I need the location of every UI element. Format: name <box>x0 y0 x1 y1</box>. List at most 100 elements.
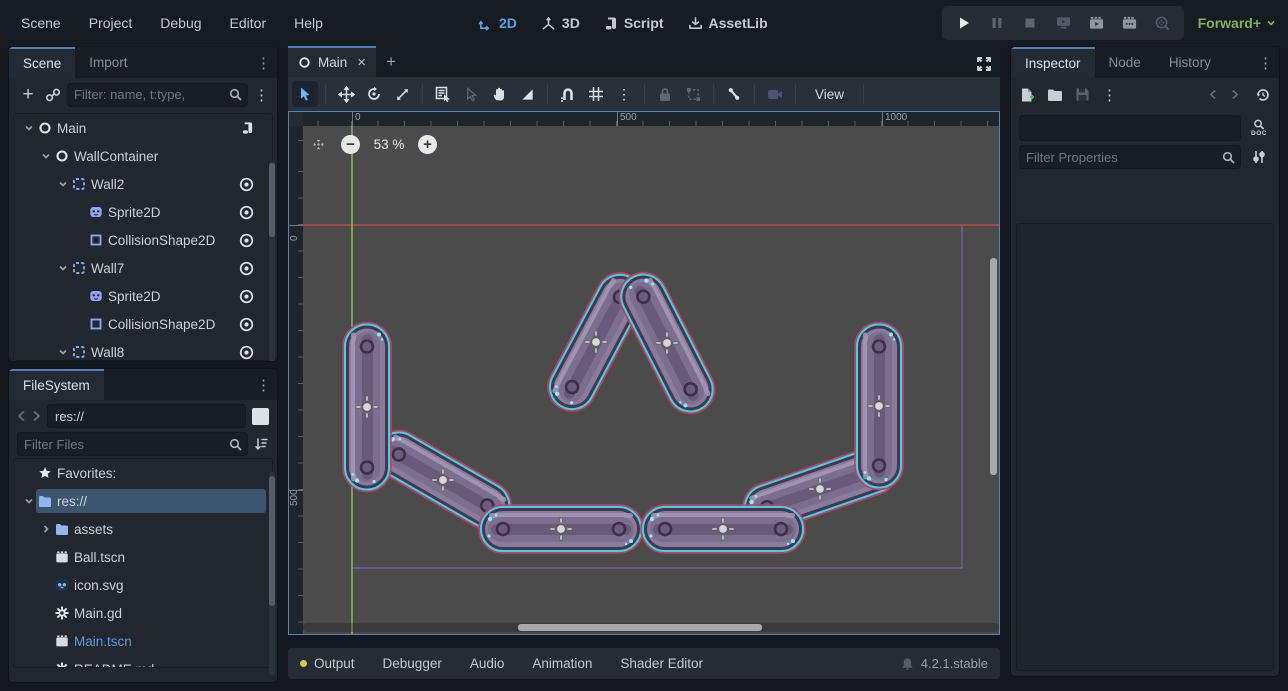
scene-node-row[interactable]: Main <box>14 114 272 142</box>
add-node-button[interactable]: + <box>17 84 39 106</box>
ruler-tool[interactable] <box>514 81 540 107</box>
visibility-eye-icon[interactable] <box>239 261 254 276</box>
scene-node-row-body[interactable]: Sprite2D <box>87 284 258 308</box>
scene-node-row[interactable]: Sprite2D <box>14 198 272 226</box>
expand-viewport-icon[interactable] <box>976 56 992 72</box>
visibility-eye-icon[interactable] <box>239 345 254 360</box>
tab-shader-editor[interactable]: Shader Editor <box>620 656 703 671</box>
chevron-down-icon[interactable] <box>39 150 53 162</box>
file-row-body[interactable]: Favorites: <box>36 461 258 485</box>
pan-tool[interactable] <box>486 81 512 107</box>
file-row-body[interactable]: Main.gd <box>53 601 258 625</box>
split-mode-button[interactable] <box>252 408 269 425</box>
file-row[interactable]: res:// <box>14 487 272 515</box>
tab-animation[interactable]: Animation <box>532 656 592 671</box>
mode-3d-button[interactable]: 3D <box>541 15 580 31</box>
snap-options-icon[interactable]: ⋮ <box>611 81 637 107</box>
skeleton-bone-icon[interactable] <box>721 81 747 107</box>
canvas-vscrollbar[interactable] <box>989 126 998 634</box>
remote-debug-icon[interactable] <box>1054 14 1072 32</box>
scene-node-row-body[interactable]: Wall8 <box>70 340 258 361</box>
dock-menu-icon[interactable]: ⋮ <box>1258 54 1273 72</box>
pause-button[interactable] <box>988 14 1006 32</box>
load-resource-icon[interactable] <box>1047 88 1063 102</box>
scene-node-row-body[interactable]: CollisionShape2D <box>87 312 258 336</box>
close-tab-icon[interactable]: × <box>357 54 366 71</box>
scene-tree-options-icon[interactable]: ⋮ <box>254 86 269 104</box>
file-row[interactable]: Favorites: <box>14 459 272 487</box>
tab-output[interactable]: Output <box>300 656 355 671</box>
resource-options-icon[interactable]: ⋮ <box>1102 86 1117 104</box>
file-row-body[interactable]: Main.tscn <box>53 629 258 653</box>
stop-button[interactable] <box>1021 14 1039 32</box>
tab-node[interactable]: Node <box>1095 47 1155 78</box>
scene-node-row-body[interactable]: Wall2 <box>70 172 258 196</box>
tab-audio[interactable]: Audio <box>470 656 505 671</box>
chevron-down-icon[interactable] <box>22 495 36 507</box>
visibility-eye-icon[interactable] <box>239 177 254 192</box>
menu-project[interactable]: Project <box>78 11 144 35</box>
scene-node-row[interactable]: CollisionShape2D <box>14 310 272 338</box>
visibility-eye-icon[interactable] <box>239 205 254 220</box>
rotate-tool[interactable] <box>361 81 387 107</box>
file-row[interactable]: Main.gd <box>14 599 272 627</box>
move-tool[interactable] <box>333 81 359 107</box>
scene-tree-scrollbar[interactable] <box>269 161 275 362</box>
scale-tool[interactable] <box>389 81 415 107</box>
scene-node-row-body[interactable]: WallContainer <box>53 144 258 168</box>
history-back-icon[interactable] <box>1209 89 1217 100</box>
group-icon[interactable] <box>680 81 706 107</box>
tab-import[interactable]: Import <box>75 47 141 78</box>
new-scene-tab-button[interactable]: + <box>376 46 406 77</box>
scene-node-row-body[interactable]: CollisionShape2D <box>87 228 258 252</box>
view-menu-button[interactable]: View <box>803 84 856 105</box>
scene-node-row-body[interactable]: Sprite2D <box>87 200 258 224</box>
canvas-area[interactable]: − 53 % + <box>303 126 999 634</box>
file-row[interactable]: README.md <box>14 655 272 668</box>
scene-node-row[interactable]: Wall2 <box>14 170 272 198</box>
object-history-icon[interactable] <box>1255 87 1271 103</box>
scene-node-row-body[interactable]: Main <box>36 116 258 140</box>
file-row[interactable]: assets <box>14 515 272 543</box>
play-scene-button[interactable] <box>1087 14 1105 32</box>
menu-editor[interactable]: Editor <box>219 11 278 35</box>
center-view-icon[interactable] <box>309 137 327 152</box>
scene-node-row[interactable]: CollisionShape2D <box>14 226 272 254</box>
visibility-eye-icon[interactable] <box>239 317 254 332</box>
dock-menu-icon[interactable]: ⋮ <box>256 376 271 394</box>
nav-back-icon[interactable] <box>17 410 26 422</box>
inspector-filter-input[interactable] <box>1020 150 1222 165</box>
chevron-down-icon[interactable] <box>56 262 70 274</box>
mode-2d-button[interactable]: 2D <box>478 15 517 31</box>
tab-filesystem[interactable]: FileSystem <box>9 369 104 400</box>
tab-history[interactable]: History <box>1155 47 1225 78</box>
file-row-body[interactable]: res:// <box>36 489 266 513</box>
zoom-level-label[interactable]: 53 % <box>360 137 418 152</box>
canvas-hscrollbar[interactable] <box>303 623 999 632</box>
deselect-tool[interactable] <box>458 81 484 107</box>
renderer-selector[interactable]: Forward+ <box>1198 0 1276 46</box>
scene-tab-main[interactable]: Main × <box>288 46 376 77</box>
scene-node-row[interactable]: Sprite2D <box>14 282 272 310</box>
filesystem-scrollbar[interactable] <box>269 472 275 676</box>
instance-scene-button[interactable] <box>45 87 61 103</box>
new-resource-icon[interactable] <box>1019 87 1035 103</box>
visibility-eye-icon[interactable] <box>239 289 254 304</box>
scene-node-row[interactable]: WallContainer <box>14 142 272 170</box>
file-row-body[interactable]: README.md <box>53 657 258 668</box>
open-docs-icon[interactable]: DOC <box>1247 116 1271 140</box>
scene-canvas[interactable] <box>303 126 999 634</box>
zoom-in-button[interactable]: + <box>418 135 437 154</box>
filesystem-path[interactable]: res:// <box>47 404 246 428</box>
chevron-down-icon[interactable] <box>56 178 70 190</box>
update-bell-icon[interactable] <box>901 657 914 671</box>
grid-snap-icon[interactable] <box>583 81 609 107</box>
list-select-tool[interactable] <box>430 81 456 107</box>
select-tool[interactable] <box>292 81 318 107</box>
scene-node-row-body[interactable]: Wall7 <box>70 256 258 280</box>
file-row-body[interactable]: Ball.tscn <box>53 545 258 569</box>
nav-forward-icon[interactable] <box>32 410 41 422</box>
menu-debug[interactable]: Debug <box>149 11 212 35</box>
smart-snap-icon[interactable] <box>555 81 581 107</box>
play-button[interactable] <box>955 14 973 32</box>
